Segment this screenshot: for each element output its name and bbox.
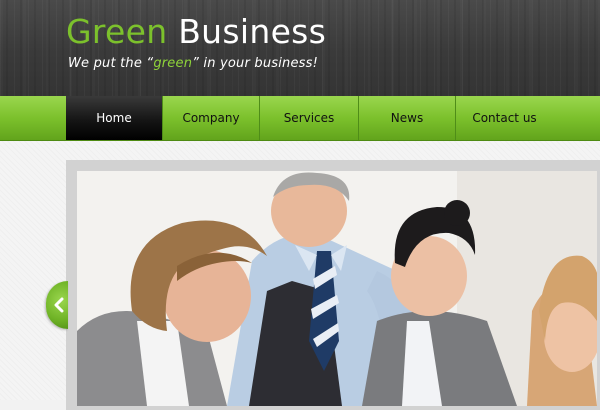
- business-team-photo: [77, 171, 597, 406]
- nav-item-label: Home: [96, 111, 132, 125]
- nav-item-news[interactable]: News: [359, 96, 456, 140]
- nav-item-label: Services: [283, 111, 335, 125]
- nav-item-contact-us[interactable]: Contact us: [456, 96, 553, 140]
- tagline-highlight: green: [153, 56, 193, 71]
- logo-business-word: Business: [178, 12, 327, 51]
- site-tagline: We put the “green” in your business!: [68, 56, 318, 71]
- slider-image: [77, 171, 597, 406]
- tagline-before: We put the “: [68, 56, 154, 71]
- logo-green-word: Green: [66, 12, 168, 51]
- nav-item-label: Contact us: [472, 111, 537, 125]
- site-logo[interactable]: Green Business: [66, 12, 326, 52]
- nav-item-label: News: [390, 111, 424, 125]
- nav-item-company[interactable]: Company: [163, 96, 260, 140]
- site-header: Green Business We put the “green” in you…: [0, 0, 600, 96]
- main-nav: Home Company Services News Contact us: [66, 96, 553, 140]
- chevron-left-icon: [54, 297, 64, 313]
- nav-item-label: Company: [182, 111, 240, 125]
- nav-item-services[interactable]: Services: [260, 96, 359, 140]
- tagline-after: ” in your business!: [192, 56, 319, 71]
- nav-item-home[interactable]: Home: [66, 96, 163, 140]
